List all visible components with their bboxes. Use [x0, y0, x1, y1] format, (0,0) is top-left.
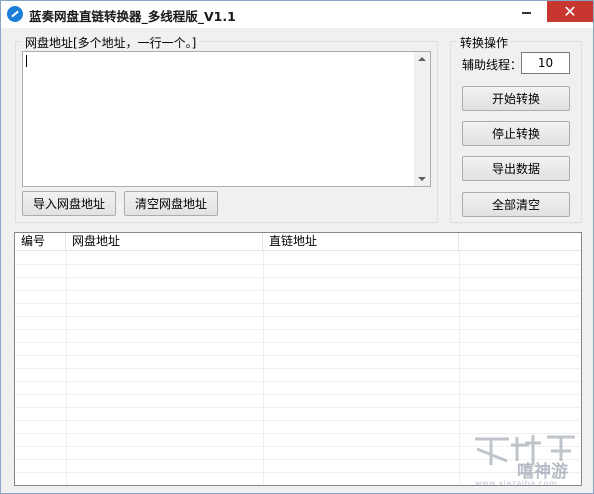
grid-line [15, 303, 581, 304]
column-header-share-url[interactable]: 网盘地址 [66, 233, 263, 251]
grid-line [15, 277, 581, 278]
convert-group-legend: 转换操作 [457, 34, 512, 51]
close-button[interactable]: ✕ [547, 1, 593, 22]
threads-input[interactable]: 10 [521, 52, 570, 74]
grid-line [15, 368, 581, 369]
grid-line [15, 407, 581, 408]
stop-convert-button[interactable]: 停止转换 [462, 121, 570, 146]
threads-label: 辅助线程： [462, 58, 523, 72]
watermark-url: www.xiazaiba.com [475, 479, 558, 488]
grid-line [15, 329, 581, 330]
results-header: 编号 网盘地址 直链地址 [15, 233, 581, 251]
grid-line [15, 381, 581, 382]
clear-all-button[interactable]: 全部清空 [462, 192, 570, 217]
minimize-button[interactable] [513, 1, 540, 22]
column-header-direct-url[interactable]: 直链地址 [263, 233, 459, 251]
grid-line [15, 355, 581, 356]
app-icon [7, 6, 23, 22]
grid-line [15, 290, 581, 291]
grid-line [15, 342, 581, 343]
export-data-button[interactable]: 导出数据 [462, 156, 570, 181]
column-header-index[interactable]: 编号 [15, 233, 66, 251]
title-bar[interactable]: 蓝奏网盘直链转换器_多线程版_V1.1 ✕ [1, 1, 593, 28]
start-convert-button[interactable]: 开始转换 [462, 86, 570, 111]
url-input-group-legend: 网盘地址[多个地址，一行一个。] [22, 34, 200, 51]
column-header-extra[interactable] [459, 233, 581, 251]
textarea-scrollbar[interactable] [414, 52, 430, 186]
close-icon: ✕ [563, 2, 577, 21]
grid-line [15, 264, 581, 265]
import-urls-button[interactable]: 导入网盘地址 [22, 191, 116, 216]
app-window: 蓝奏网盘直链转换器_多线程版_V1.1 ✕ 网盘地址[多个地址，一行一个。] 导… [0, 0, 594, 494]
text-caret [26, 55, 27, 67]
scroll-up-icon[interactable] [418, 57, 426, 61]
window-title: 蓝奏网盘直链转换器_多线程版_V1.1 [29, 9, 236, 24]
grid-line [15, 394, 581, 395]
clear-urls-button[interactable]: 清空网盘地址 [124, 191, 218, 216]
grid-line [15, 316, 581, 317]
grid-line [15, 420, 581, 421]
watermark-logo: 嘻神游 www.xiazaiba.com [471, 431, 594, 494]
scroll-down-icon[interactable] [418, 177, 426, 181]
url-textarea[interactable] [22, 51, 431, 187]
